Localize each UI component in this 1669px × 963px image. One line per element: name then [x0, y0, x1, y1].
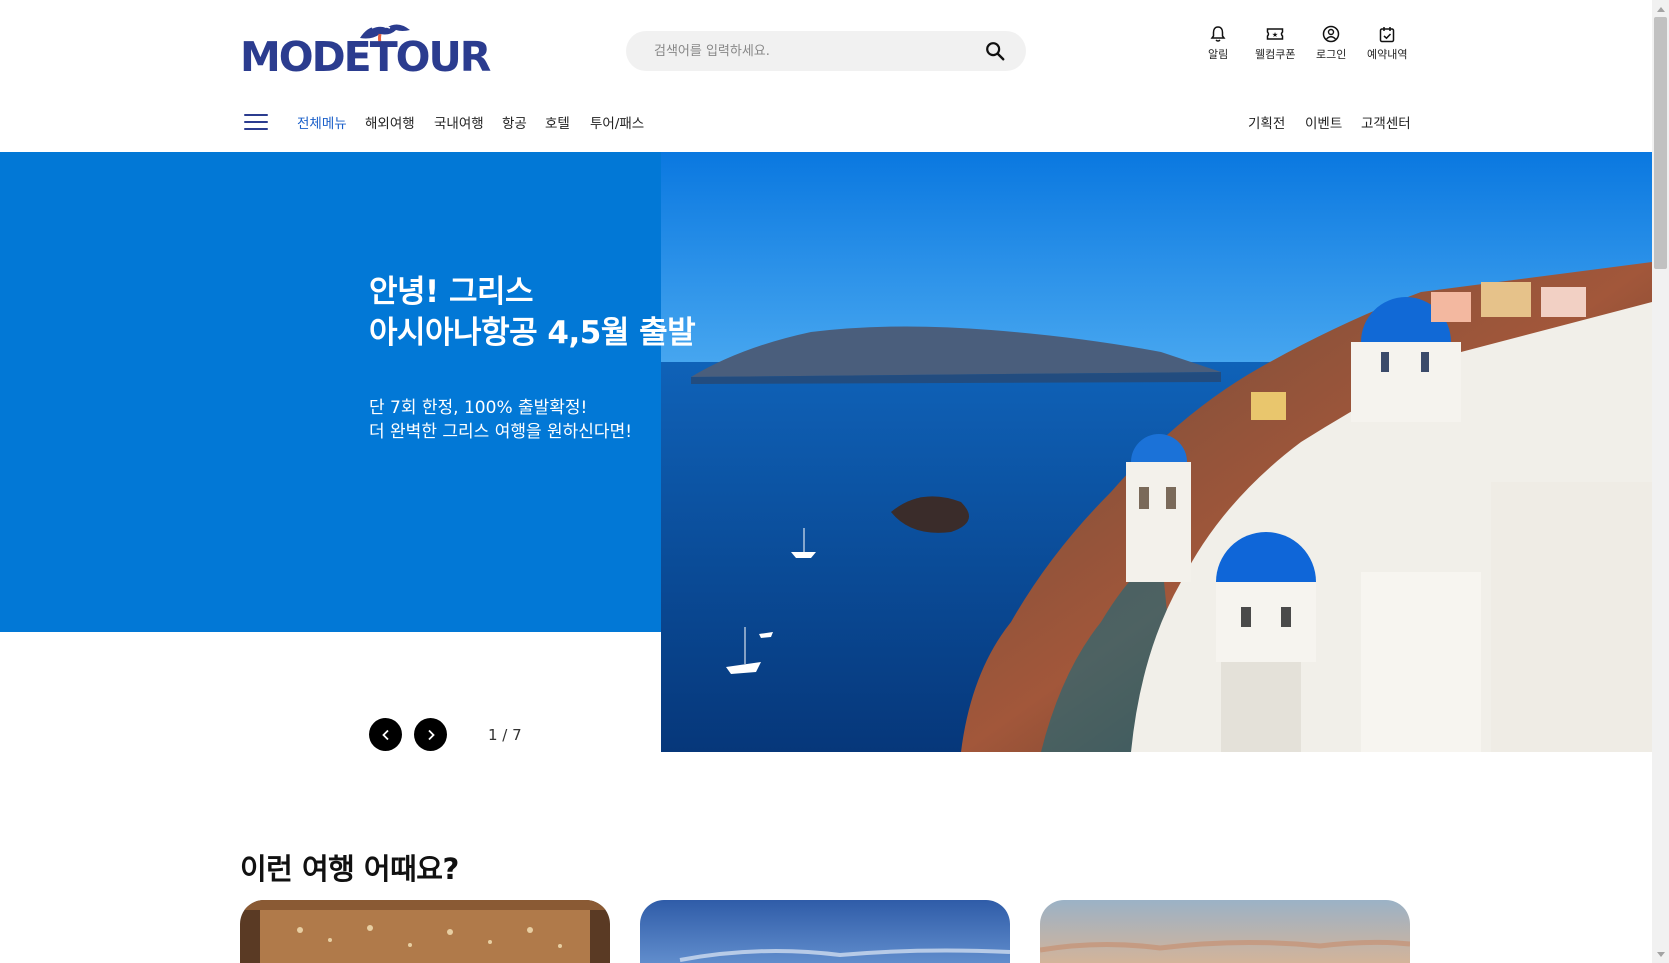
- header: MODETOUR 알림 ★ 웰컴쿠폰 로그인 예약내역 전체메뉴: [0, 0, 1652, 152]
- login-button[interactable]: 로그인: [1316, 24, 1346, 62]
- svg-text:★: ★: [1272, 31, 1278, 39]
- nav-events[interactable]: 이벤트: [1305, 112, 1342, 132]
- user-icon: [1321, 24, 1341, 44]
- scrollbar-thumb[interactable]: [1654, 17, 1667, 269]
- card-image-lobby: [240, 900, 610, 963]
- nav-domestic-travel[interactable]: 국내여행: [434, 112, 484, 132]
- carousel-prev-button[interactable]: [369, 718, 402, 751]
- nav-tour-pass[interactable]: 투어/패스: [590, 112, 644, 132]
- hero-title-line2: 아시아나항공 4,5월 출발: [369, 315, 696, 351]
- hero-subtitle-line2: 더 완벽한 그리스 여행을 원하신다면!: [369, 422, 633, 442]
- calendar-icon: [1377, 24, 1397, 44]
- carousel-next-button[interactable]: [414, 718, 447, 751]
- search-bar: [626, 31, 1026, 71]
- ticket-icon: ★: [1265, 24, 1285, 44]
- chevron-right-icon: [427, 729, 435, 740]
- recommend-card[interactable]: [1040, 900, 1410, 963]
- card-image-sunset: [1040, 900, 1410, 963]
- bell-icon: [1208, 24, 1228, 44]
- recommend-card[interactable]: [240, 900, 610, 963]
- search-input[interactable]: [654, 31, 974, 71]
- scroll-up-arrow-icon[interactable]: [1652, 0, 1669, 17]
- nav-all-menu[interactable]: 전체메뉴: [297, 112, 347, 132]
- carousel-pager: 1 / 7: [488, 726, 522, 744]
- hero-background: [0, 152, 661, 632]
- hero-subtitle-line1: 단 7회 한정, 100% 출발확정!: [369, 398, 588, 418]
- nav-flights[interactable]: 항공: [502, 112, 527, 132]
- santorini-illustration: [661, 152, 1652, 752]
- nav-hotels[interactable]: 호텔: [545, 112, 570, 132]
- reservation-history-label: 예약내역: [1367, 48, 1408, 61]
- section-title: 이런 여행 어때요?: [240, 852, 459, 886]
- logo-wordmark: MODETOUR: [240, 33, 491, 81]
- hero-subtitle: 단 7회 한정, 100% 출발확정! 더 완벽한 그리스 여행을 원하신다면!: [369, 396, 632, 444]
- hero-image-santorini[interactable]: [661, 152, 1652, 752]
- nav-customer-center[interactable]: 고객센터: [1361, 112, 1411, 132]
- login-label: 로그인: [1316, 48, 1347, 61]
- chevron-left-icon: [381, 729, 389, 740]
- scroll-down-arrow-icon[interactable]: [1652, 946, 1669, 963]
- hamburger-menu-icon[interactable]: [244, 114, 270, 132]
- hero-title-line1: 안녕! 그리스: [369, 274, 534, 310]
- vertical-scrollbar[interactable]: [1652, 0, 1669, 963]
- reservation-history-button[interactable]: 예약내역: [1367, 24, 1407, 62]
- recommend-card[interactable]: [640, 900, 1010, 963]
- card-image-sky: [640, 900, 1010, 963]
- modetour-logo[interactable]: MODETOUR: [240, 18, 491, 86]
- search-icon[interactable]: [984, 40, 1006, 62]
- nav-overseas-travel[interactable]: 해외여행: [365, 112, 415, 132]
- nav-promotions[interactable]: 기획전: [1248, 112, 1285, 132]
- hero-title: 안녕! 그리스 아시아나항공 4,5월 출발: [369, 272, 696, 354]
- notification-button[interactable]: 알림: [1208, 24, 1228, 62]
- welcome-coupon-label: 웰컴쿠폰: [1255, 48, 1296, 61]
- welcome-coupon-button[interactable]: ★ 웰컴쿠폰: [1255, 24, 1295, 62]
- notification-label: 알림: [1208, 48, 1229, 61]
